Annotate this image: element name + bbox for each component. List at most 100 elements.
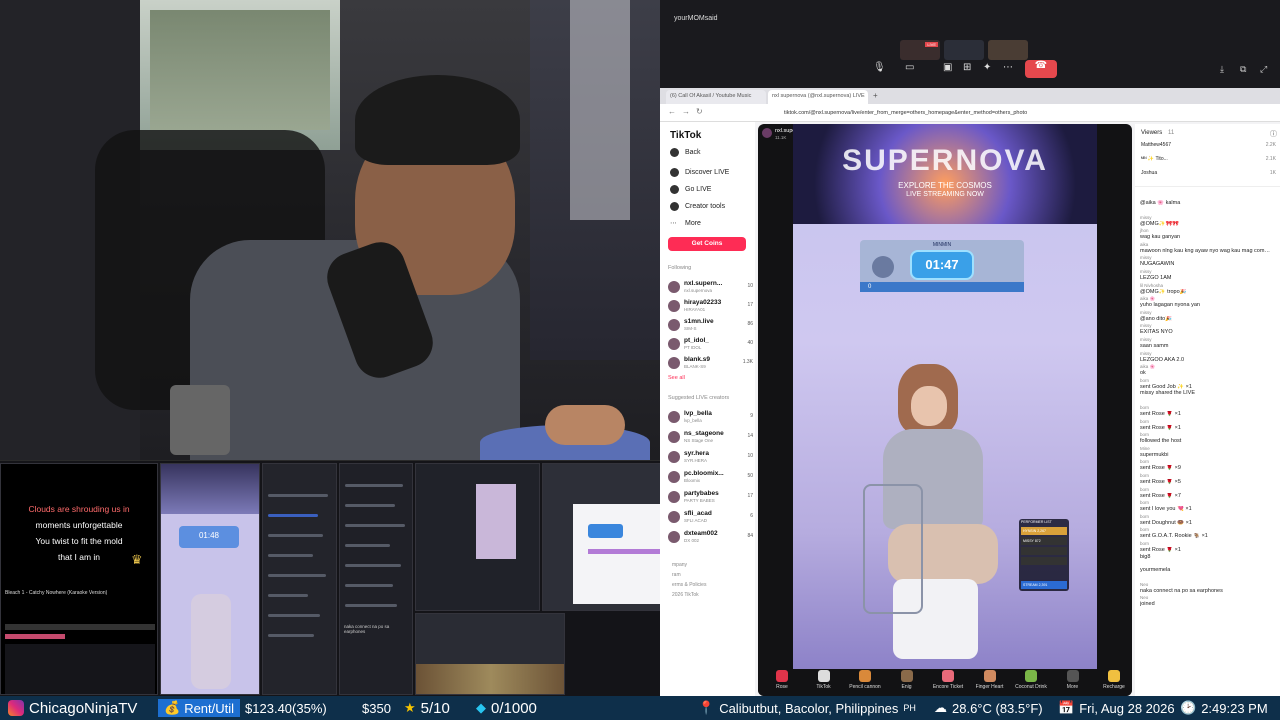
nav-discover-live[interactable]: Discover LIVE: [670, 168, 729, 177]
chat-username[interactable]: lil Nivhosha: [1140, 282, 1270, 289]
footer-company[interactable]: mpany: [672, 562, 687, 568]
suggested-count: 10: [747, 453, 753, 459]
participant-tile-1[interactable]: LIVE: [900, 40, 940, 60]
reload-icon[interactable]: ↻: [696, 107, 703, 116]
tab-music[interactable]: (6) Call Of Akasil / Youtube Music: [666, 90, 766, 104]
tiktok-thumb[interactable]: 01:48: [160, 463, 260, 695]
follower-sub: HIRAYA01: [684, 307, 706, 312]
gift-item[interactable]: Coconut Drink: [1011, 670, 1051, 690]
game-thumb[interactable]: [415, 613, 565, 695]
back-link[interactable]: Back: [670, 148, 701, 157]
footer-program[interactable]: ram: [672, 572, 681, 578]
chat-username[interactable]: born: [1140, 377, 1270, 384]
following-item[interactable]: s1mn.live SIM-S 86: [668, 318, 753, 334]
chat-thumb-1[interactable]: [262, 463, 337, 695]
gift-item[interactable]: More: [1053, 670, 1093, 690]
gift-item[interactable]: Pencil cannon: [845, 670, 885, 690]
url-field[interactable]: tiktok.com/@nxl.supernova/live/enter_fro…: [780, 107, 1080, 119]
thumb-banner: [161, 464, 259, 514]
chat-message: born sent Doughnut 🍩 ×1: [1140, 513, 1270, 527]
tab-tiktok[interactable]: nxl supernova (@nxl.supernova) LIVE: [768, 90, 868, 104]
viewer-row[interactable]: ᴹᴵᴺ ✨ Tito... 2.1K: [1141, 156, 1276, 165]
chat-username[interactable]: born: [1140, 472, 1270, 479]
chat-username[interactable]: aika 🌸: [1140, 295, 1270, 302]
following-item[interactable]: hiraya02233 HIRAYA01 17: [668, 299, 753, 315]
suggested-item[interactable]: sfli_acad SFLI ACAD 6: [668, 510, 753, 526]
following-item[interactable]: nxl.supern... nxl.supernova 10: [668, 280, 753, 296]
date-text: Fri, Aug 28 2026: [1079, 700, 1175, 716]
chat-username[interactable]: missy: [1140, 309, 1270, 316]
grid-icon[interactable]: ⊞: [963, 62, 971, 73]
tiktok-logo[interactable]: TikTok: [670, 130, 701, 141]
get-coins-button[interactable]: Get Coins: [668, 237, 746, 251]
viewer-row[interactable]: Matthew4567 2.2K: [1141, 142, 1276, 151]
fullscreen-icon[interactable]: ⤢: [1260, 64, 1267, 75]
more-icon[interactable]: ⋯: [1003, 62, 1013, 73]
chat-username[interactable]: missy: [1140, 322, 1270, 329]
following-item[interactable]: pt_idol_ PT IDOL 40: [668, 337, 753, 353]
suggested-item[interactable]: partybabes PARTY BABES 17: [668, 490, 753, 506]
chat-message: lil Nivhosha @OMG✨ tropo🎉: [1140, 282, 1270, 296]
chat-username[interactable]: born: [1140, 418, 1270, 425]
gift-item[interactable]: Recharge: [1094, 670, 1134, 690]
screen-share-icon[interactable]: ▣: [943, 62, 952, 73]
suggested-item[interactable]: lvp_bella lvp_bella 9: [668, 410, 753, 426]
chat-username[interactable]: missy: [1140, 268, 1270, 275]
nav-more[interactable]: ⋯ More: [670, 219, 701, 228]
popout-icon[interactable]: ⧉: [1240, 64, 1246, 75]
suggested-item[interactable]: pc.bloomix... Bloomix 50: [668, 470, 753, 486]
live-player[interactable]: nxl.supernova 11.1K SUPERNOVA EXPLORE TH…: [758, 124, 1132, 696]
chat-username[interactable]: jhon: [1140, 227, 1270, 234]
chat-username[interactable]: born: [1140, 540, 1270, 547]
host-avatar[interactable]: [762, 128, 772, 138]
performer-name: MISSY: [1023, 539, 1034, 543]
pin-icon[interactable]: ⤓: [1220, 64, 1224, 75]
camera-icon[interactable]: ▭: [905, 62, 914, 73]
chat-username[interactable]: aika 🌸: [1140, 363, 1270, 370]
nav-go-live[interactable]: Go LIVE: [670, 185, 711, 194]
chat-username[interactable]: Mine: [1140, 445, 1270, 452]
gift-item[interactable]: Encore Ticket: [928, 670, 968, 690]
chat-username[interactable]: Neo: [1140, 594, 1270, 601]
chat-username[interactable]: born: [1140, 486, 1270, 493]
suggested-item[interactable]: ns_stageone NS Stage One 14: [668, 430, 753, 446]
following-item[interactable]: blank.s9 BLANK-S9 1.3K: [668, 356, 753, 372]
gift-item[interactable]: Rose: [762, 670, 802, 690]
gift-item[interactable]: Finger Heart: [970, 670, 1010, 690]
chat-username[interactable]: missy: [1140, 214, 1270, 221]
gift-item[interactable]: TikTok: [804, 670, 844, 690]
gems-value: 0/1000: [491, 699, 537, 717]
chat-username[interactable]: missy: [1140, 336, 1270, 343]
lyrics-window[interactable]: Clouds are shrouding us in moments unfor…: [0, 463, 158, 695]
mic-icon[interactable]: 🎙: [873, 62, 886, 73]
chat-username[interactable]: Neo: [1140, 581, 1270, 588]
viewers-info-icon[interactable]: ⓘ: [1270, 129, 1277, 139]
chat-username[interactable]: aika: [1140, 241, 1270, 248]
forward-arrow-icon[interactable]: →: [682, 107, 690, 116]
viewer-row[interactable]: Joshua 1K: [1141, 170, 1276, 179]
back-arrow-icon[interactable]: ←: [668, 107, 676, 116]
chat-username[interactable]: born: [1140, 458, 1270, 465]
see-all-link[interactable]: See all: [668, 375, 685, 381]
chat-username[interactable]: missy: [1140, 254, 1270, 261]
gift-item[interactable]: Enig: [887, 670, 927, 690]
chat-username[interactable]: born: [1140, 513, 1270, 520]
editor-thumb[interactable]: [415, 463, 540, 611]
suggested-item[interactable]: syr.hera SYR.HERA 10: [668, 450, 753, 466]
chat-username[interactable]: born: [1140, 431, 1270, 438]
new-tab-button[interactable]: +: [872, 90, 886, 104]
chat-username[interactable]: missy: [1140, 350, 1270, 357]
participant-tile-3[interactable]: [988, 40, 1028, 60]
end-call-button[interactable]: ☎: [1025, 60, 1057, 78]
effects-icon[interactable]: ✦: [983, 62, 991, 73]
chat-username[interactable]: born: [1140, 499, 1270, 506]
nav-creator-tools[interactable]: Creator tools: [670, 202, 725, 211]
footer-terms[interactable]: erms & Policies: [672, 582, 706, 588]
pk-timer-widget: MINMIN 01:47 0: [860, 240, 1024, 292]
chat-thumb-2[interactable]: naka connect na po sa earphones: [339, 463, 413, 695]
chat-username[interactable]: born: [1140, 404, 1270, 411]
stream-overlay-bar: ChicagoNinjaTV 💰 Rent/Util $123.40(35%) $…: [0, 696, 1280, 720]
participant-tile-2[interactable]: [944, 40, 984, 60]
suggested-item[interactable]: dxteam002 DX 002 84: [668, 530, 753, 546]
chat-username[interactable]: born: [1140, 526, 1270, 533]
